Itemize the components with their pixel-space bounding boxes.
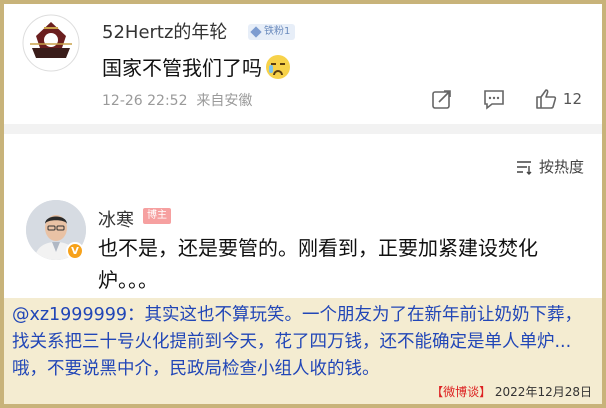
comment-text: 也不是，还是要管的。刚看到，正要加紧建设焚化炉。。。: [98, 236, 538, 292]
like-count: 12: [562, 90, 582, 108]
source-tag: 【微博谈】: [431, 385, 492, 399]
comment-icon[interactable]: [483, 88, 505, 110]
caption-box: @xz1999999：其实这也不算玩笑。一个朋友为了在新年前让奶奶下葬，找关系把…: [4, 298, 602, 404]
crying-face-icon: [266, 54, 290, 79]
diamond-icon: [250, 26, 262, 38]
share-icon[interactable]: [431, 88, 453, 110]
post-meta: 12-26 22:52 来自安徽: [102, 90, 252, 110]
blogger-tag: 博主: [143, 208, 171, 224]
sort-label: 按热度: [538, 158, 584, 176]
weibo-post: 52Hertz的年轮 铁粉1 国家不管我们了吗 12-26 22:52 来自安徽…: [4, 4, 602, 124]
post-timestamp: 12-26 22:52: [102, 93, 188, 109]
post-location: 来自安徽: [196, 93, 253, 109]
source-date: 2022年12月28日: [494, 385, 592, 399]
source-line: 【微博谈】 2022年12月28日: [431, 383, 592, 400]
caption-text: @xz1999999：其实这也不算玩笑。一个朋友为了在新年前让奶奶下葬，找关系把…: [12, 305, 582, 379]
post-username[interactable]: 52Hertz的年轮: [102, 18, 227, 44]
sort-by-hot-button[interactable]: 按热度: [515, 156, 584, 177]
commenter-name[interactable]: 冰寒: [98, 206, 134, 232]
verified-v-icon: V: [66, 242, 84, 260]
post-text: 国家不管我们了吗: [102, 52, 290, 81]
post-actions: 12: [431, 88, 582, 110]
section-divider: [4, 124, 602, 134]
thumbs-up-icon: [536, 89, 557, 109]
post-text-content: 国家不管我们了吗: [102, 56, 262, 80]
user-avatar[interactable]: [22, 14, 80, 72]
like-button[interactable]: 12: [535, 88, 582, 110]
fan-badge-label: 铁粉1: [264, 26, 291, 37]
fan-badge: 铁粉1: [248, 24, 296, 40]
sort-icon: [516, 160, 532, 175]
